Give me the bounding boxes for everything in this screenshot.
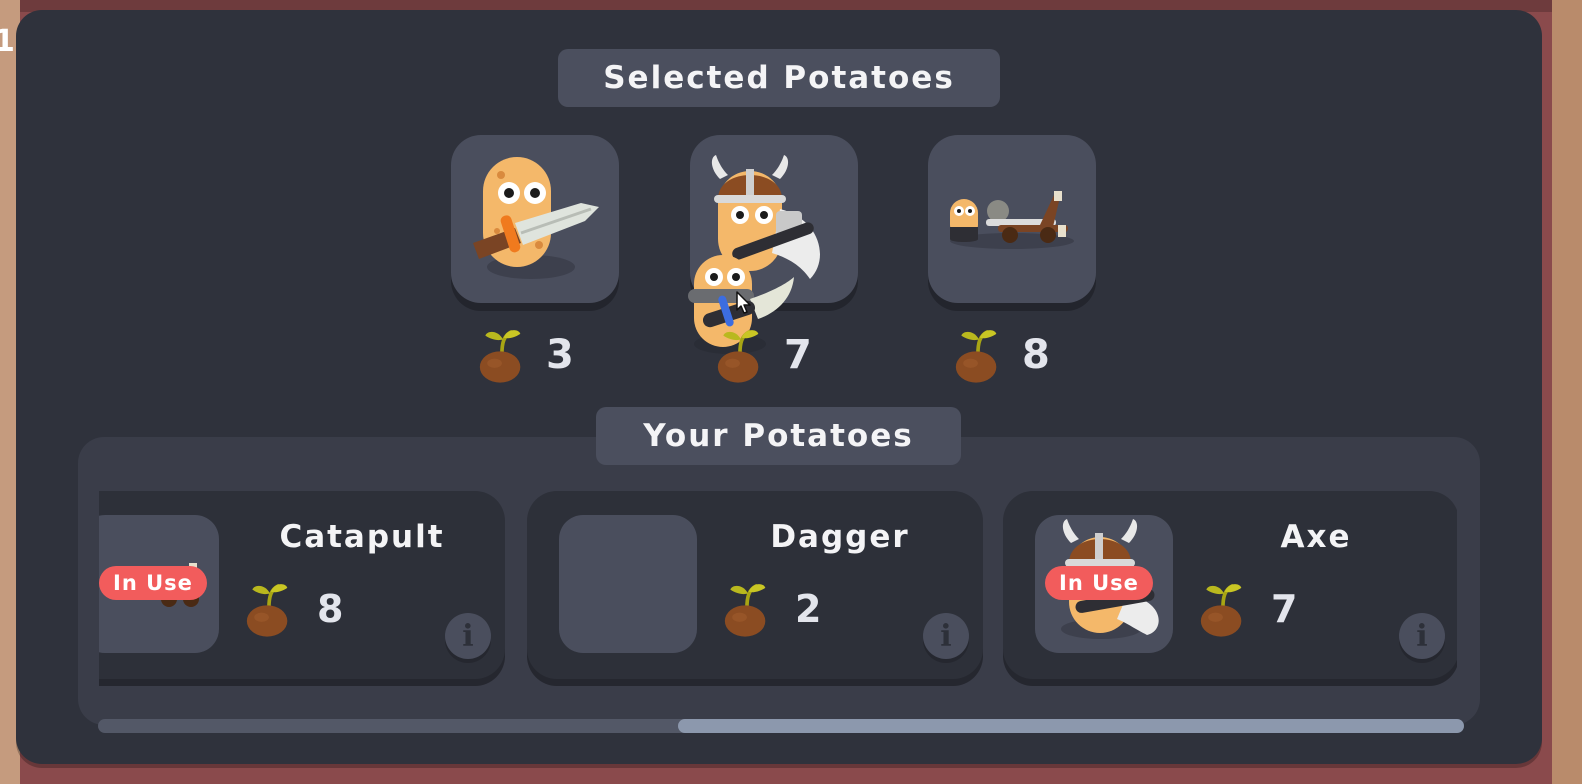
- potato-name: Axe: [1280, 519, 1352, 555]
- horizontal-scrollbar[interactable]: [98, 719, 1464, 733]
- potato-cost: 2: [723, 579, 821, 639]
- in-use-badge: In Use: [1045, 566, 1153, 600]
- selected-slot-3-cost: 8: [954, 320, 1050, 390]
- seed-currency-icon: [723, 579, 769, 639]
- selected-slot-1[interactable]: [451, 135, 619, 303]
- potato-selection-modal: Selected Potatoes 3 7 8 Your Potatoes In…: [16, 10, 1542, 764]
- potato-carousel[interactable]: In Use Catapult 8 i Dagger 2 i In Use Ax…: [99, 491, 1457, 687]
- cost-value: 2: [795, 587, 822, 631]
- selected-slot-2[interactable]: [688, 135, 858, 354]
- info-button[interactable]: i: [445, 613, 491, 659]
- selected-slot-2-cost: 7: [716, 320, 812, 390]
- corner-counter: 1: [0, 24, 15, 59]
- catapult-potato-icon: [950, 191, 1074, 249]
- seed-currency-icon: [245, 579, 291, 639]
- cost-value: 3: [546, 332, 574, 378]
- cost-value: 7: [1271, 587, 1298, 631]
- your-potatoes-title: Your Potatoes: [596, 407, 961, 465]
- potato-name: Dagger: [770, 519, 910, 555]
- potato-cost: 7: [1199, 579, 1297, 639]
- potato-card-dagger[interactable]: Dagger 2 i: [527, 491, 983, 679]
- cost-value: 7: [784, 332, 812, 378]
- seed-currency-icon: [716, 325, 762, 385]
- scrollbar-thumb[interactable]: [678, 719, 1464, 733]
- in-use-badge: In Use: [99, 566, 207, 600]
- potato-card-axe[interactable]: In Use Axe 7 i: [1003, 491, 1457, 679]
- selected-potatoes-title: Selected Potatoes: [558, 49, 1000, 107]
- selected-slot-1-cost: 3: [478, 320, 574, 390]
- selected-slot-3[interactable]: [928, 135, 1096, 303]
- potato-thumbnail: [559, 515, 697, 653]
- seed-currency-icon: [478, 325, 524, 385]
- potato-card-catapult[interactable]: In Use Catapult 8 i: [99, 491, 505, 679]
- potato-cost: 8: [245, 579, 343, 639]
- seed-currency-icon: [954, 325, 1000, 385]
- mouse-cursor-icon: [736, 291, 751, 314]
- potato-name: Catapult: [279, 519, 445, 555]
- cost-value: 8: [317, 587, 344, 631]
- sword-potato-icon: [473, 157, 599, 279]
- cost-value: 8: [1022, 332, 1050, 378]
- info-button[interactable]: i: [923, 613, 969, 659]
- your-potatoes-panel: In Use Catapult 8 i Dagger 2 i In Use Ax…: [78, 437, 1480, 733]
- background-right-edge: [1552, 0, 1582, 784]
- info-button[interactable]: i: [1399, 613, 1445, 659]
- seed-currency-icon: [1199, 579, 1245, 639]
